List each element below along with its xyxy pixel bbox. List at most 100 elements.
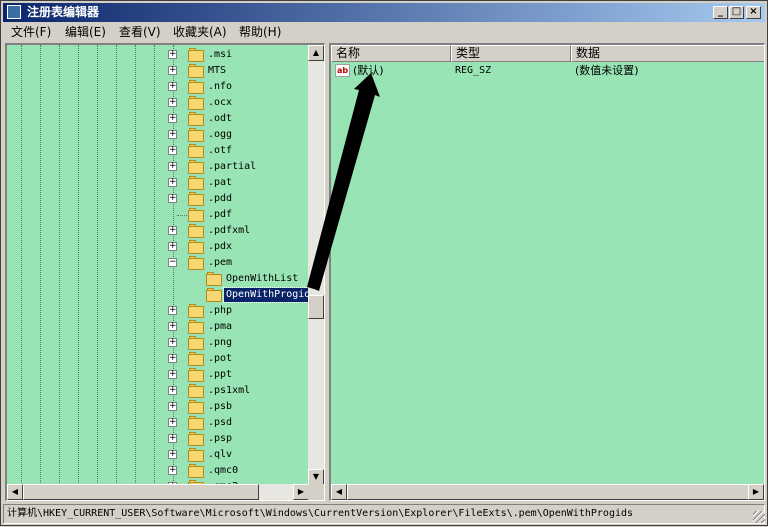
tree-item[interactable]: .pdf bbox=[7, 207, 309, 223]
tree-item-label[interactable]: .msi bbox=[206, 48, 234, 62]
tree-item-label[interactable]: .ppt bbox=[206, 368, 234, 382]
list-horizontal-scrollbar[interactable]: ◀ ▶ bbox=[331, 484, 764, 500]
expand-plus-icon[interactable]: + bbox=[168, 178, 177, 187]
tree-item-label[interactable]: .ps1xml bbox=[206, 384, 252, 398]
menu-file[interactable]: 文件(F) bbox=[11, 25, 51, 40]
tree-item-label[interactable]: .psb bbox=[206, 400, 234, 414]
expand-plus-icon[interactable]: + bbox=[168, 402, 177, 411]
column-header-data[interactable]: 数据 bbox=[571, 45, 764, 62]
tree-item-label[interactable]: .pat bbox=[206, 176, 234, 190]
expand-plus-icon[interactable]: + bbox=[168, 194, 177, 203]
tree-item[interactable]: + .msi bbox=[7, 47, 309, 63]
expand-plus-icon[interactable]: + bbox=[168, 466, 177, 475]
tree-item-label[interactable]: .nfo bbox=[206, 80, 234, 94]
tree-item-label[interactable]: .psd bbox=[206, 416, 234, 430]
menu-favorites[interactable]: 收藏夹(A) bbox=[173, 25, 227, 40]
tree-item[interactable]: + .nfo bbox=[7, 79, 309, 95]
title-bar[interactable]: 注册表编辑器 _ □ × bbox=[3, 3, 765, 22]
tree-item[interactable]: + .png bbox=[7, 335, 309, 351]
expand-plus-icon[interactable]: + bbox=[168, 98, 177, 107]
tree-item[interactable]: + .ps1xml bbox=[7, 383, 309, 399]
tree-item-label[interactable]: .pdx bbox=[206, 240, 234, 254]
expand-plus-icon[interactable]: + bbox=[168, 322, 177, 331]
tree-item[interactable]: OpenWithProgids bbox=[7, 287, 309, 303]
resize-grip[interactable] bbox=[753, 511, 765, 523]
tree-item[interactable]: + .psd bbox=[7, 415, 309, 431]
tree-item[interactable]: OpenWithList bbox=[7, 271, 309, 287]
tree-item-label[interactable]: .ocx bbox=[206, 96, 234, 110]
tree-item-label[interactable]: .qlv bbox=[206, 448, 234, 462]
menu-view[interactable]: 查看(V) bbox=[119, 25, 161, 40]
tree-item[interactable]: + .pot bbox=[7, 351, 309, 367]
scroll-right-arrow-icon[interactable]: ▶ bbox=[748, 484, 764, 500]
tree-item[interactable]: + .psb bbox=[7, 399, 309, 415]
tree-horizontal-scrollbar[interactable]: ◀ ▶ bbox=[7, 484, 309, 500]
tree-item[interactable]: + MTS bbox=[7, 63, 309, 79]
tree-item[interactable]: + .odt bbox=[7, 111, 309, 127]
expand-plus-icon[interactable]: + bbox=[168, 226, 177, 235]
tree-item[interactable]: + .ogg bbox=[7, 127, 309, 143]
tree-item-label[interactable]: .pot bbox=[206, 352, 234, 366]
tree-item[interactable]: + .pdfxml bbox=[7, 223, 309, 239]
tree-item[interactable]: + .psp bbox=[7, 431, 309, 447]
tree-item[interactable]: + .pdx bbox=[7, 239, 309, 255]
tree-item-label[interactable]: .psp bbox=[206, 432, 234, 446]
menu-edit[interactable]: 编辑(E) bbox=[65, 25, 106, 40]
tree-scroll-thumb[interactable] bbox=[308, 295, 324, 319]
expand-plus-icon[interactable]: + bbox=[168, 114, 177, 123]
expand-plus-icon[interactable]: + bbox=[168, 162, 177, 171]
expand-plus-icon[interactable]: + bbox=[168, 386, 177, 395]
tree-item-label[interactable]: .pdf bbox=[206, 208, 234, 222]
scroll-left-arrow-icon[interactable]: ◀ bbox=[331, 484, 347, 500]
tree-item-label-selected[interactable]: OpenWithProgids bbox=[222, 287, 309, 303]
expand-plus-icon[interactable]: + bbox=[168, 354, 177, 363]
tree-item-label[interactable]: .partial bbox=[206, 160, 258, 174]
expand-plus-icon[interactable]: + bbox=[168, 82, 177, 91]
expand-plus-icon[interactable]: + bbox=[168, 450, 177, 459]
expand-plus-icon[interactable]: + bbox=[168, 130, 177, 139]
expand-plus-icon[interactable]: + bbox=[168, 242, 177, 251]
tree-item[interactable]: + .php bbox=[7, 303, 309, 319]
value-name[interactable]: (默认) bbox=[353, 63, 384, 79]
tree-hscroll-thumb[interactable] bbox=[23, 484, 259, 500]
minimize-button[interactable]: _ bbox=[713, 6, 728, 19]
tree-vertical-scrollbar[interactable]: ▲ ▼ bbox=[308, 45, 324, 485]
tree-item[interactable]: + .qmc0 bbox=[7, 463, 309, 479]
tree-item-label[interactable]: .pma bbox=[206, 320, 234, 334]
maximize-button[interactable]: □ bbox=[729, 6, 744, 19]
list-hscroll-thumb[interactable] bbox=[347, 484, 751, 500]
column-header-name[interactable]: 名称 bbox=[331, 45, 451, 62]
expand-plus-icon[interactable]: + bbox=[168, 434, 177, 443]
scroll-up-arrow-icon[interactable]: ▲ bbox=[308, 45, 324, 61]
scroll-right-arrow-icon[interactable]: ▶ bbox=[293, 484, 309, 500]
tree-item[interactable]: + .ocx bbox=[7, 95, 309, 111]
expand-plus-icon[interactable]: + bbox=[168, 338, 177, 347]
tree-item-label[interactable]: .pem bbox=[206, 256, 234, 270]
tree-item-label[interactable]: .php bbox=[206, 304, 234, 318]
tree-item[interactable]: − .pem bbox=[7, 255, 309, 271]
tree-item[interactable]: + .pma bbox=[7, 319, 309, 335]
tree-item-label[interactable]: OpenWithList bbox=[224, 272, 300, 286]
scroll-down-arrow-icon[interactable]: ▼ bbox=[308, 469, 324, 485]
scroll-left-arrow-icon[interactable]: ◀ bbox=[7, 484, 23, 500]
tree-item-label[interactable]: .png bbox=[206, 336, 234, 350]
expand-plus-icon[interactable]: + bbox=[168, 370, 177, 379]
column-header-type[interactable]: 类型 bbox=[451, 45, 571, 62]
expand-plus-icon[interactable]: + bbox=[168, 66, 177, 75]
expand-plus-icon[interactable]: + bbox=[168, 50, 177, 59]
expand-plus-icon[interactable]: + bbox=[168, 306, 177, 315]
expand-plus-icon[interactable]: + bbox=[168, 146, 177, 155]
tree-item[interactable]: + .pdd bbox=[7, 191, 309, 207]
expand-plus-icon[interactable]: + bbox=[168, 418, 177, 427]
collapse-minus-icon[interactable]: − bbox=[168, 258, 177, 267]
tree-item-label[interactable]: .pdd bbox=[206, 192, 234, 206]
tree-item[interactable]: + .pat bbox=[7, 175, 309, 191]
tree-item-label[interactable]: .otf bbox=[206, 144, 234, 158]
tree-item-label[interactable]: .qmc0 bbox=[206, 464, 240, 478]
key-tree-pane[interactable]: + .msi + MTS + .nfo + .ocx + .odt + .ogg + .otf + .part… bbox=[5, 43, 325, 501]
tree-item-label[interactable]: .pdfxml bbox=[206, 224, 252, 238]
tree-item[interactable]: + .partial bbox=[7, 159, 309, 175]
tree-item-label[interactable]: .odt bbox=[206, 112, 234, 126]
tree-item-label[interactable]: MTS bbox=[206, 64, 228, 78]
tree-item[interactable]: + .qlv bbox=[7, 447, 309, 463]
